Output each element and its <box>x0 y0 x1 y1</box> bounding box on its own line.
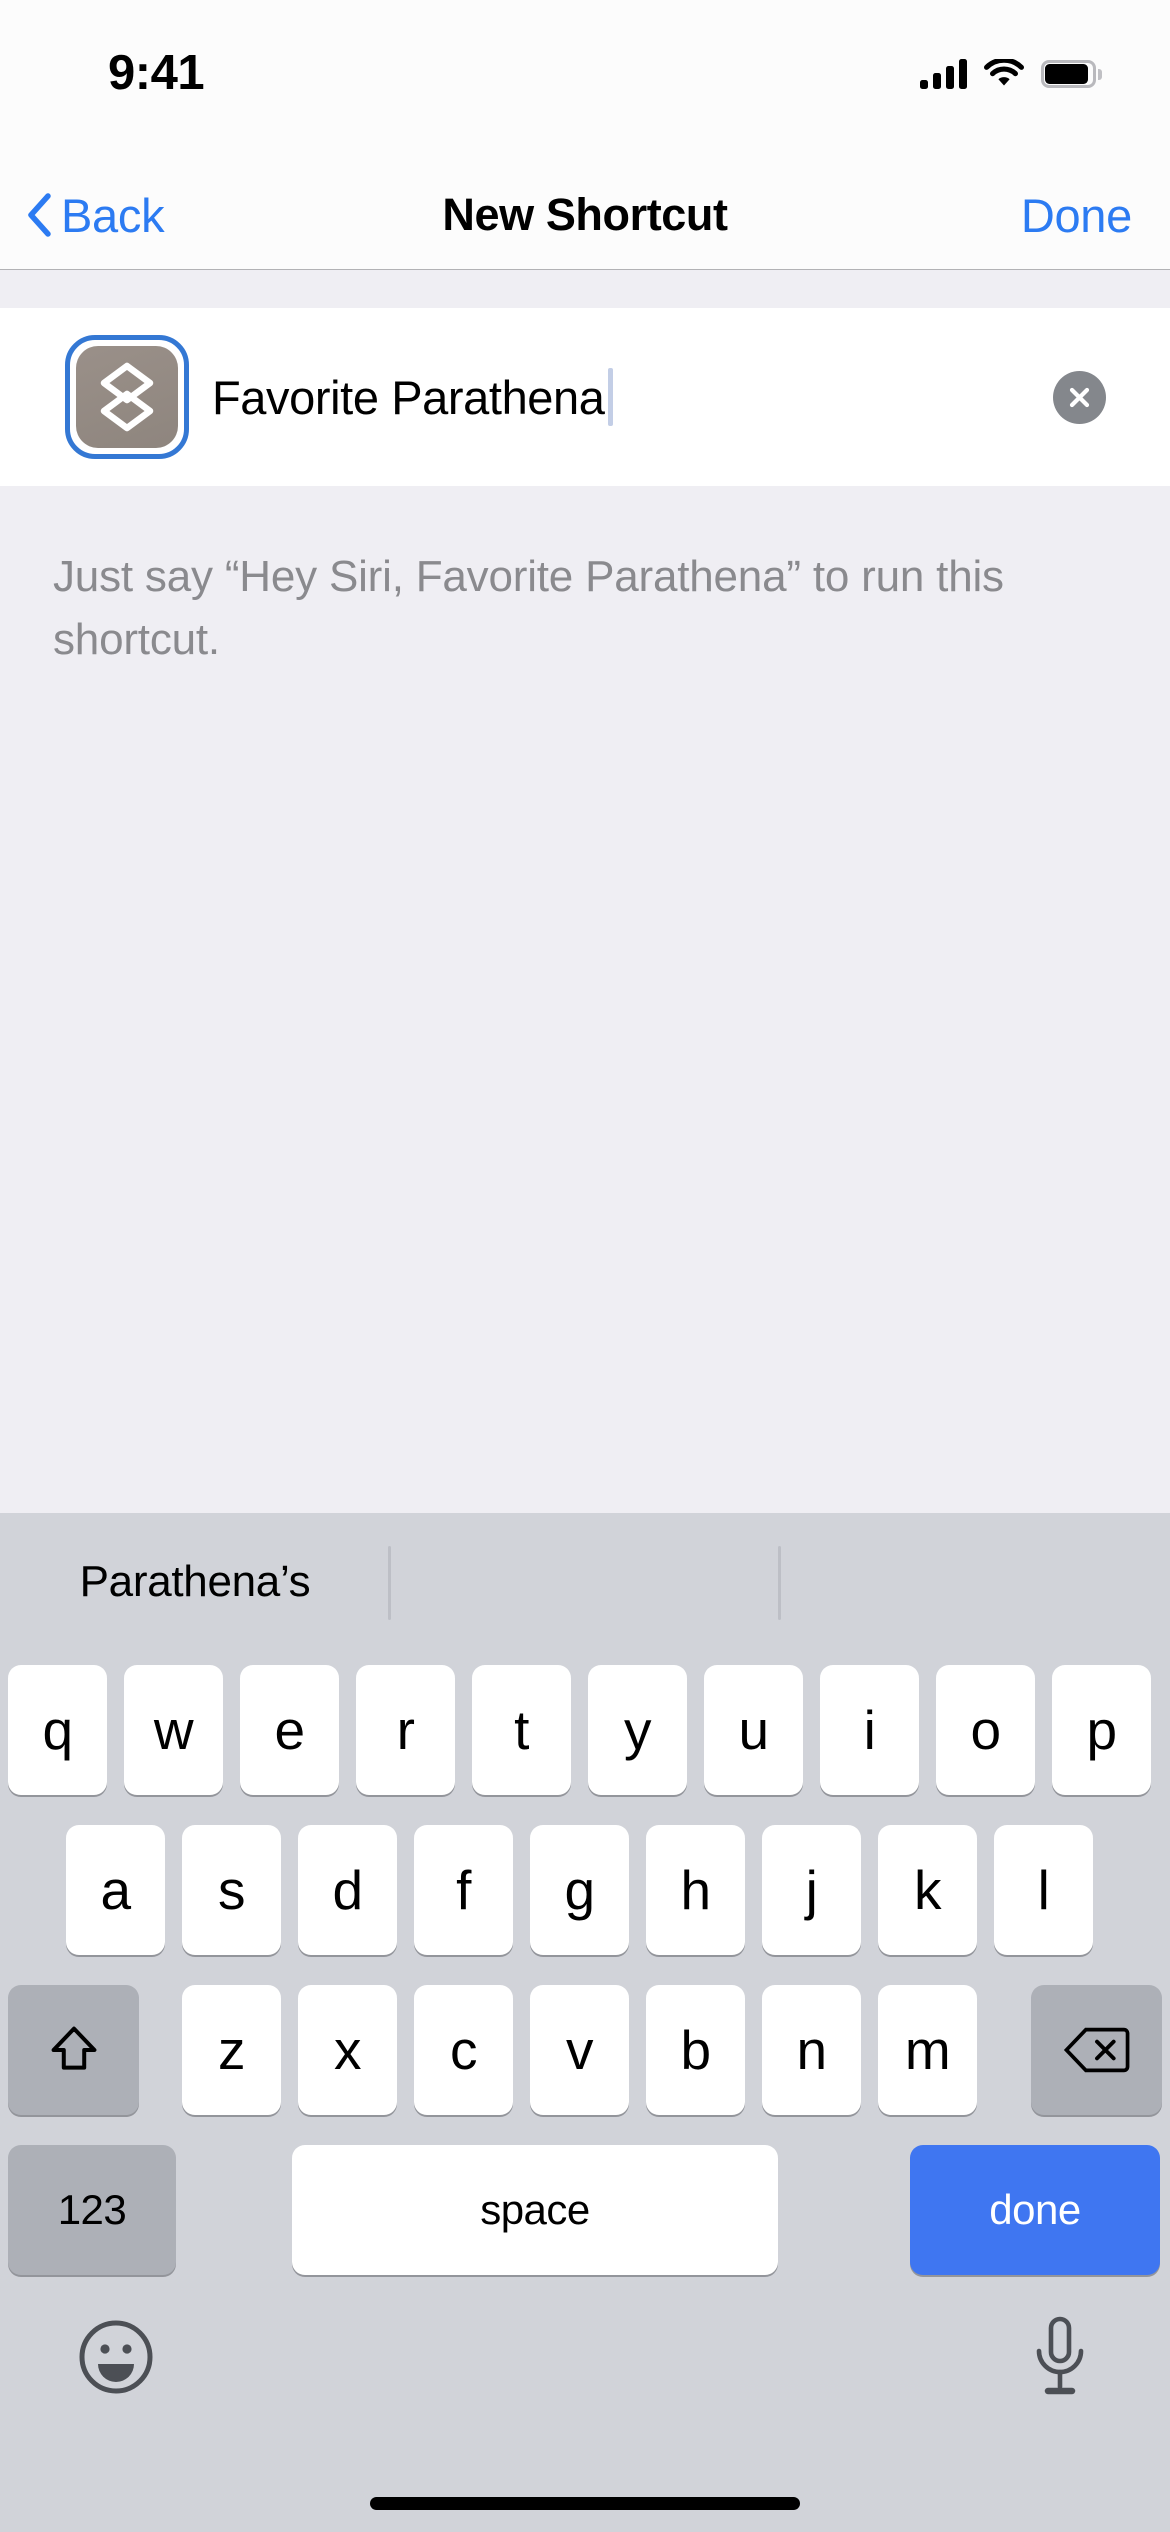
key-q[interactable]: q <box>8 1665 107 1795</box>
software-keyboard: Parathena’s q w e r t y u i o p a s d f … <box>0 1513 1170 2532</box>
key-p[interactable]: p <box>1052 1665 1151 1795</box>
keyboard-row-3: z x c v b n m <box>0 1971 1170 2131</box>
wifi-icon <box>984 59 1024 89</box>
numeric-switch-key[interactable]: 123 <box>8 2145 176 2275</box>
prediction-candidate-0[interactable]: Parathena’s <box>0 1513 390 1651</box>
key-r[interactable]: r <box>356 1665 455 1795</box>
done-button[interactable]: Done <box>1021 160 1132 270</box>
shortcut-name-row: Favorite Parathena <box>0 308 1170 486</box>
shift-key[interactable] <box>8 1985 139 2115</box>
delete-backspace-icon <box>1063 2027 1129 2073</box>
key-w[interactable]: w <box>124 1665 223 1795</box>
siri-hint-text: Just say “Hey Siri, Favorite Parathena” … <box>53 552 1004 664</box>
key-s[interactable]: s <box>182 1825 281 1955</box>
return-done-key[interactable]: done <box>910 2145 1160 2275</box>
battery-icon <box>1041 60 1102 88</box>
clear-text-button[interactable] <box>1053 370 1106 424</box>
keyboard-row-1: q w e r t y u i o p <box>0 1651 1170 1811</box>
dictation-key[interactable] <box>1028 2315 1092 2401</box>
key-f[interactable]: f <box>414 1825 513 1955</box>
key-t[interactable]: t <box>472 1665 571 1795</box>
key-i[interactable]: i <box>820 1665 919 1795</box>
key-x[interactable]: x <box>298 1985 397 2115</box>
keyboard-utility-row <box>0 2291 1170 2461</box>
microphone-icon <box>1036 2316 1084 2395</box>
shortcut-name-value: Favorite Parathena <box>212 370 605 424</box>
key-j[interactable]: j <box>762 1825 861 1955</box>
shortcut-name-input[interactable]: Favorite Parathena <box>212 347 1053 447</box>
space-key[interactable]: space <box>292 2145 778 2275</box>
delete-key[interactable] <box>1031 1985 1162 2115</box>
keyboard-row-2: a s d f g h j k l <box>0 1811 1170 1971</box>
key-k[interactable]: k <box>878 1825 977 1955</box>
predictive-text-bar: Parathena’s <box>0 1513 1170 1651</box>
key-b[interactable]: b <box>646 1985 745 2115</box>
shortcut-icon-button[interactable] <box>65 335 189 459</box>
keyboard-row-4: 123 space done <box>0 2131 1170 2291</box>
key-d[interactable]: d <box>298 1825 397 1955</box>
key-e[interactable]: e <box>240 1665 339 1795</box>
status-bar-time: 9:41 <box>108 46 205 100</box>
key-a[interactable]: a <box>66 1825 165 1955</box>
key-m[interactable]: m <box>878 1985 977 2115</box>
page-title: New Shortcut <box>442 189 728 240</box>
key-c[interactable]: c <box>414 1985 513 2115</box>
home-indicator-bar <box>370 2497 800 2510</box>
key-v[interactable]: v <box>530 1985 629 2115</box>
cellular-signal-icon <box>920 59 967 89</box>
key-z[interactable]: z <box>182 1985 281 2115</box>
emoji-key[interactable] <box>78 2319 154 2395</box>
key-l[interactable]: l <box>994 1825 1093 1955</box>
key-o[interactable]: o <box>936 1665 1035 1795</box>
prediction-candidate-2[interactable] <box>780 1513 1170 1651</box>
emoji-smiley-icon <box>79 2320 153 2394</box>
clear-circle-x-icon <box>1069 387 1090 407</box>
key-n[interactable]: n <box>762 1985 861 2115</box>
iphone-screen: 9:41 Back New Shortcut Done Favorite Par… <box>0 0 1170 2532</box>
status-bar-indicators <box>920 52 1102 96</box>
status-bar: 9:41 <box>0 0 1170 160</box>
key-y[interactable]: y <box>588 1665 687 1795</box>
icon-focus-ring <box>65 335 189 459</box>
text-cursor <box>607 368 613 426</box>
key-u[interactable]: u <box>704 1665 803 1795</box>
key-g[interactable]: g <box>530 1825 629 1955</box>
prediction-candidate-1[interactable] <box>390 1513 780 1651</box>
navigation-bar: Back New Shortcut Done <box>0 160 1170 270</box>
shift-arrow-up-icon <box>51 2026 96 2070</box>
key-h[interactable]: h <box>646 1825 745 1955</box>
